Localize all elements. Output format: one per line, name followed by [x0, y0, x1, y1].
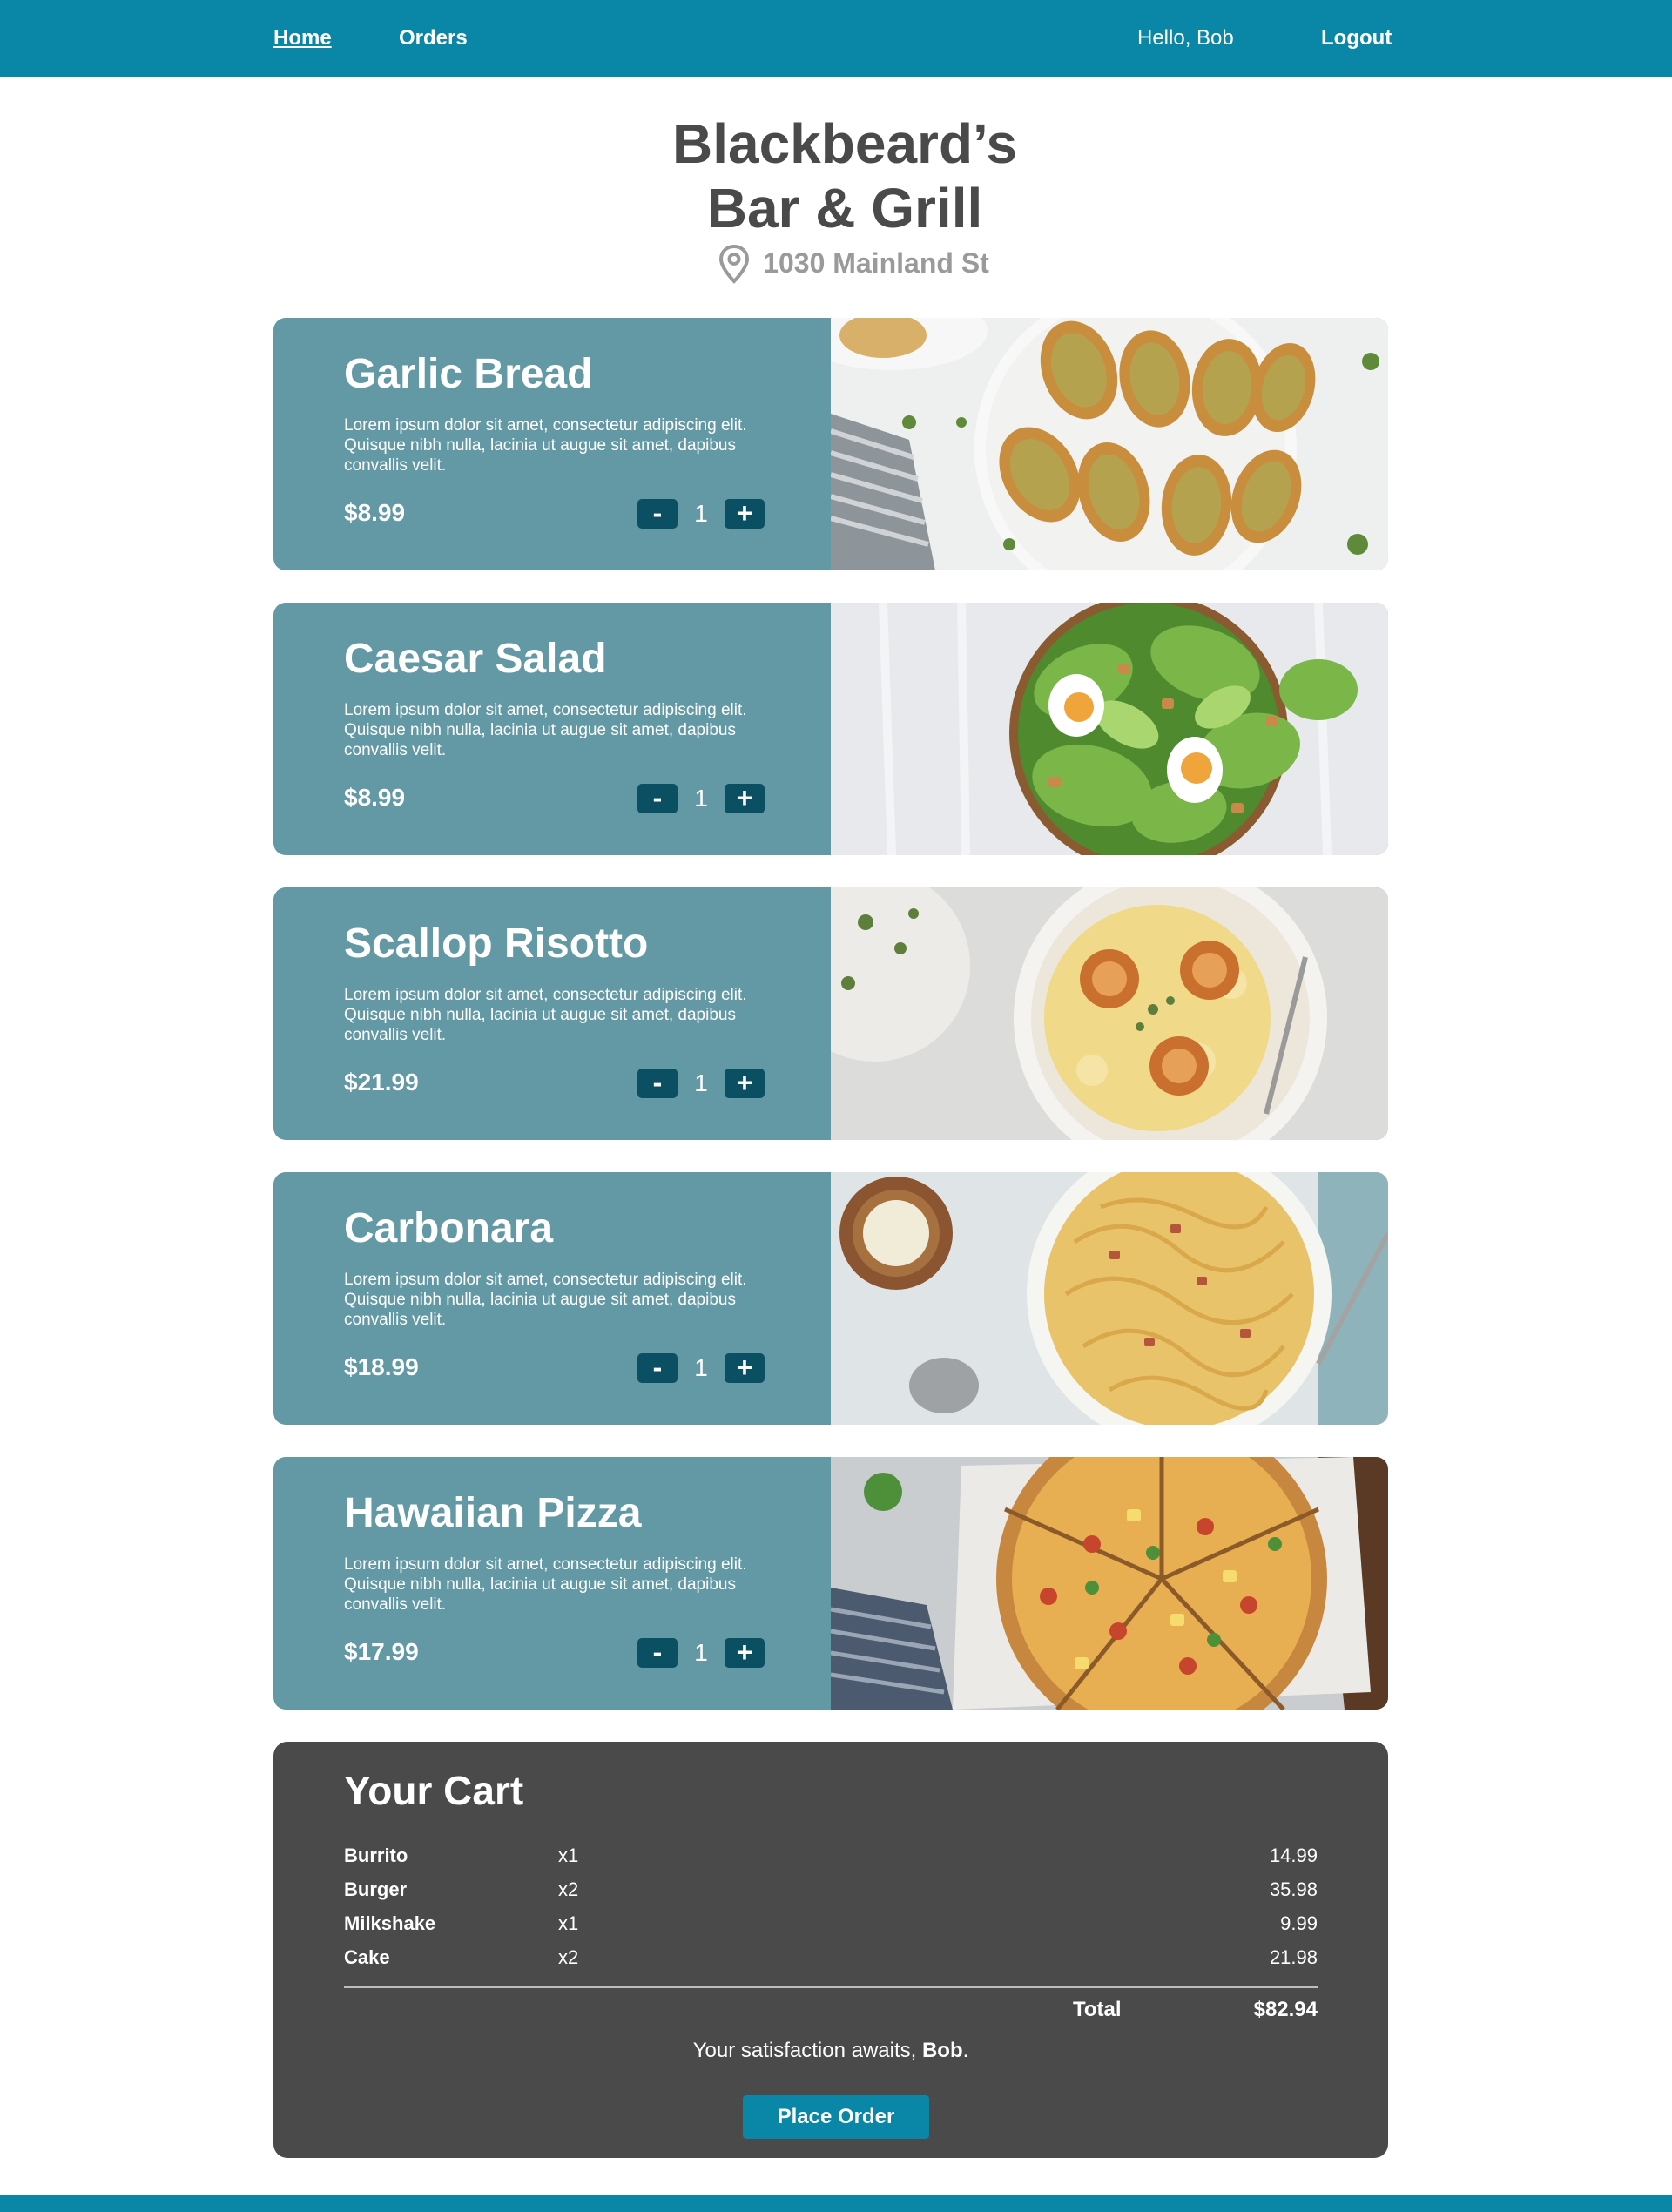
cart-item-price: 9.99	[1280, 1912, 1318, 1934]
cart-item-quantity: x1	[558, 1844, 579, 1866]
nav-home-link[interactable]: Home	[273, 0, 332, 77]
menu-item-info: Carbonara Lorem ipsum dolor sit amet, co…	[273, 1172, 831, 1425]
place-order-button[interactable]: Place Order	[743, 2095, 929, 2139]
cart-item-quantity: x2	[558, 1946, 579, 1968]
scallop-risotto-photo	[831, 887, 1388, 1140]
menu-item-info: Hawaiian Pizza Lorem ipsum dolor sit ame…	[273, 1457, 831, 1710]
menu-item-description: Lorem ipsum dolor sit amet, consectetur …	[344, 416, 747, 475]
carbonara-photo	[831, 1172, 1388, 1425]
menu-item-price: $18.99	[344, 1353, 419, 1380]
cart-divider	[344, 1986, 1318, 1988]
increase-quantity-button[interactable]: +	[725, 784, 765, 813]
decrease-quantity-button[interactable]: -	[637, 1638, 678, 1668]
cart-item-quantity: x2	[558, 1878, 579, 1900]
cart-title: Your Cart	[344, 1768, 524, 1813]
top-nav-bar: Home Orders Hello, Bob Logout	[0, 0, 1672, 77]
menu-item-card: Carbonara Lorem ipsum dolor sit amet, co…	[273, 1172, 1388, 1425]
logout-link[interactable]: Logout	[1321, 0, 1392, 77]
cart-item-price: 35.98	[1269, 1878, 1318, 1900]
cart-item-name: Cake	[344, 1946, 390, 1968]
menu-item-info: Garlic Bread Lorem ipsum dolor sit amet,…	[273, 318, 831, 570]
footer-bar	[0, 2195, 1672, 2212]
caesar-salad-photo	[831, 603, 1388, 855]
menu-item-price: $17.99	[344, 1638, 419, 1665]
menu-item-card: Hawaiian Pizza Lorem ipsum dolor sit ame…	[273, 1457, 1388, 1710]
menu-item-description: Lorem ipsum dolor sit amet, consectetur …	[344, 986, 747, 1044]
satisfaction-user-name: Bob	[921, 2039, 963, 2062]
menu-item-description: Lorem ipsum dolor sit amet, consectetur …	[344, 701, 747, 759]
restaurant-title-line1: Blackbeard’s	[671, 112, 1018, 175]
cart-item-quantity: x1	[558, 1912, 579, 1934]
satisfaction-suffix: .	[962, 2039, 969, 2062]
increase-quantity-button[interactable]: +	[725, 499, 765, 529]
cart-item-price: 14.99	[1269, 1844, 1318, 1866]
increase-quantity-button[interactable]: +	[725, 1353, 765, 1383]
quantity-value: 1	[694, 1354, 708, 1381]
cart-item-row: Burger x2 35.98	[344, 1873, 1318, 1906]
menu-item-name: Carbonara	[344, 1205, 554, 1251]
menu-item-card: Scallop Risotto Lorem ipsum dolor sit am…	[273, 887, 1388, 1140]
quantity-value: 1	[694, 1069, 708, 1096]
menu-item-name: Hawaiian Pizza	[344, 1490, 642, 1536]
menu-item-price: $8.99	[344, 784, 406, 811]
restaurant-address: 1030 Mainland St	[0, 242, 1672, 284]
cart-item-row: Milkshake x1 9.99	[344, 1907, 1318, 1940]
menu-item-info: Scallop Risotto Lorem ipsum dolor sit am…	[273, 887, 831, 1140]
cart-total-label: Total	[1073, 1998, 1122, 2021]
increase-quantity-button[interactable]: +	[725, 1638, 765, 1668]
cart-item-name: Milkshake	[344, 1912, 436, 1934]
quantity-value: 1	[694, 500, 708, 527]
cart-item-row: Cake x2 21.98	[344, 1941, 1318, 1974]
satisfaction-prefix: Your satisfaction awaits,	[692, 2039, 922, 2062]
cart-panel: Your Cart Burrito x1 14.99 Burger x2 35.…	[273, 1742, 1388, 2158]
cart-item-price: 21.98	[1269, 1946, 1318, 1968]
decrease-quantity-button[interactable]: -	[637, 499, 678, 529]
nav-orders-link[interactable]: Orders	[399, 0, 468, 77]
menu-item-name: Garlic Bread	[344, 351, 593, 397]
restaurant-title-line2: Bar & Grill	[706, 177, 983, 239]
menu-item-info: Caesar Salad Lorem ipsum dolor sit amet,…	[273, 603, 831, 855]
menu-item-name: Scallop Risotto	[344, 921, 649, 967]
menu-item-description: Lorem ipsum dolor sit amet, consectetur …	[344, 1555, 747, 1614]
cart-item-name: Burger	[344, 1878, 408, 1900]
satisfaction-message: Your satisfaction awaits, Bob.	[273, 2034, 1388, 2067]
decrease-quantity-button[interactable]: -	[637, 1353, 678, 1383]
menu-item-description: Lorem ipsum dolor sit amet, consectetur …	[344, 1271, 747, 1329]
cart-item-name: Burrito	[344, 1844, 408, 1866]
cart-total-value: $82.94	[1253, 1998, 1318, 2021]
menu-item-card: Caesar Salad Lorem ipsum dolor sit amet,…	[273, 603, 1388, 855]
decrease-quantity-button[interactable]: -	[637, 784, 678, 813]
quantity-value: 1	[694, 785, 708, 812]
garlic-bread-photo	[831, 318, 1388, 570]
restaurant-title: Blackbeard’s Bar & Grill	[0, 111, 1672, 240]
hawaiian-pizza-photo	[831, 1457, 1388, 1710]
cart-item-row: Burrito x1 14.99	[344, 1839, 1318, 1872]
address-text: 1030 Mainland St	[763, 247, 989, 279]
menu-item-card: Garlic Bread Lorem ipsum dolor sit amet,…	[273, 318, 1388, 570]
quantity-value: 1	[694, 1639, 708, 1666]
menu-item-price: $8.99	[344, 499, 406, 526]
user-greeting: Hello, Bob	[1137, 26, 1234, 50]
menu-item-name: Caesar Salad	[344, 636, 607, 682]
map-pin-icon	[719, 244, 750, 284]
increase-quantity-button[interactable]: +	[725, 1069, 765, 1098]
decrease-quantity-button[interactable]: -	[637, 1069, 678, 1098]
menu-item-price: $21.99	[344, 1069, 419, 1096]
